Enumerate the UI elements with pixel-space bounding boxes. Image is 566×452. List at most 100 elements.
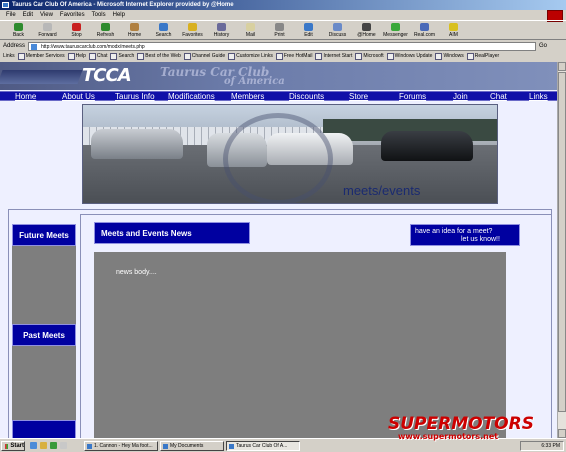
go-button[interactable]: Go [539,43,547,49]
scroll-thumb[interactable] [558,72,566,412]
ie-quicklaunch-icon[interactable] [30,442,37,449]
meet-idea-link[interactable]: have an idea for a meet? let us know!! [410,224,520,246]
menu-tools[interactable]: Tools [92,12,106,18]
outlook-quicklaunch-icon[interactable] [50,442,57,449]
nav-members[interactable]: Members [231,92,264,101]
window-title: Taurus Car Club Of America - Microsoft I… [12,2,234,8]
address-input[interactable]: http://www.tauruscarclub.com/modx/meets.… [28,41,537,51]
link-windows-update[interactable]: Windows Update [387,53,433,60]
links-bar: Links Member Services Help Chat Search Best … [0,51,566,61]
aim-button[interactable]: AIM [439,23,468,39]
task-item[interactable]: My Documents [160,441,224,451]
news-body-panel: news body.... [94,252,506,438]
home-icon [130,23,139,31]
forward-button[interactable]: Forward [33,23,62,39]
hero-caption: meets/events [343,183,421,198]
nav-home[interactable]: Home [15,92,36,101]
stop-button[interactable]: Stop [62,23,91,39]
scroll-up-button[interactable] [558,62,566,71]
edit-icon [304,23,313,31]
messenger-button[interactable]: Messenger [381,23,410,39]
favorites-button[interactable]: Favorites [178,23,207,39]
link-windows[interactable]: Windows [435,53,463,60]
refresh-icon [101,23,110,31]
menu-view[interactable]: View [40,12,53,18]
link-search[interactable]: Search [110,53,134,60]
nav-links[interactable]: Links [529,92,548,101]
desktop-quicklaunch-icon[interactable] [40,442,47,449]
toolbar-label: History [213,32,230,38]
link-customize-links[interactable]: Customize Links [228,53,273,60]
athome-icon [362,23,371,31]
link-realplayer[interactable]: RealPlayer [467,53,499,60]
hero-photo: meets/events [82,104,498,204]
edit-button[interactable]: Edit [294,23,323,39]
start-button[interactable]: Start [1,441,25,451]
site-logo[interactable]: TCCA [82,65,132,86]
content-divider-top [80,214,552,215]
messenger-icon [391,23,400,31]
idea-line-2: let us know!! [461,236,500,243]
start-label: Start [10,443,24,449]
home-button[interactable]: @Home [352,23,381,39]
nav-store[interactable]: Store [349,92,368,101]
task-item-active[interactable]: Taurus Car Club Of A... [226,441,300,451]
site-banner: TCCA Taurus Car Club of America [0,62,557,90]
past-meets-header[interactable]: Past Meets [12,324,76,346]
toolbar-label: Messenger [383,32,408,38]
ie-icon [2,2,9,8]
link-microsoft[interactable]: Microsoft [355,53,383,60]
meets-sidebar: Future Meets Past Meets [12,224,76,438]
toolbar-label: Mail [245,32,256,38]
toolbar-label: Real.com [413,32,436,38]
link-chat[interactable]: Chat [89,53,108,60]
nav-join[interactable]: Join [453,92,468,101]
favorites-icon [188,23,197,31]
history-button[interactable]: History [207,23,236,39]
nav-forums[interactable]: Forums [399,92,426,101]
menu-help[interactable]: Help [113,12,125,18]
nav-taurus-info[interactable]: Taurus Info [115,92,155,101]
refresh-button[interactable]: Refresh [91,23,120,39]
home-button[interactable]: Home [120,23,149,39]
forward-arrow-icon [43,23,52,31]
nav-about-us[interactable]: About Us [62,92,95,101]
nav-chat[interactable]: Chat [490,92,507,101]
menu-edit[interactable]: Edit [23,12,33,18]
nav-modifications[interactable]: Modifications [168,92,215,101]
toolbar-label: Home [127,32,142,38]
print-button[interactable]: Print [265,23,294,39]
future-meets-header[interactable]: Future Meets [12,224,76,246]
toolbar-label: Discuss [328,32,347,38]
address-url: http://www.tauruscarclub.com/modx/meets.… [41,43,145,50]
vertical-scrollbar[interactable] [557,62,566,438]
mail-icon [246,23,255,31]
discuss-button[interactable]: Discuss [323,23,352,39]
menu-file[interactable]: File [6,12,16,18]
toolbar-label: AIM [449,32,458,38]
task-item[interactable]: 1. Cannon - Hey Ma foot... [84,441,158,451]
link-member-services[interactable]: Member Services [18,53,65,60]
link-internet-start[interactable]: Internet Start [315,53,352,60]
discuss-icon [333,23,342,31]
nav-discounts[interactable]: Discounts [289,92,324,101]
address-label: Address [3,43,26,49]
search-button[interactable]: Search [149,23,178,39]
mail-button[interactable]: Mail [236,23,265,39]
news-body-text: news body.... [116,269,157,276]
toolbar-label: Edit [304,32,313,38]
link-best-of-the-web[interactable]: Best of the Web [137,53,180,60]
realcom-button[interactable]: Real.com [410,23,439,39]
browser-toolbar: Back Forward Stop Refresh Home Search Favorite… [0,20,566,40]
link-help[interactable]: Help [68,53,86,60]
toolbar-label: Print [274,32,285,38]
link-free-hotmail[interactable]: Free HotMail [276,53,313,60]
back-button[interactable]: Back [4,23,33,39]
watermark-url: www.supermotors.net [398,432,499,441]
toolbar-label: Search [155,32,172,38]
scroll-down-button[interactable] [558,429,566,438]
channels-quicklaunch-icon[interactable] [60,442,67,449]
menu-bar: File Edit View Favorites Tools Help [0,10,566,19]
menu-favorites[interactable]: Favorites [60,12,85,18]
link-channel-guide[interactable]: Channel Guide [184,53,225,60]
